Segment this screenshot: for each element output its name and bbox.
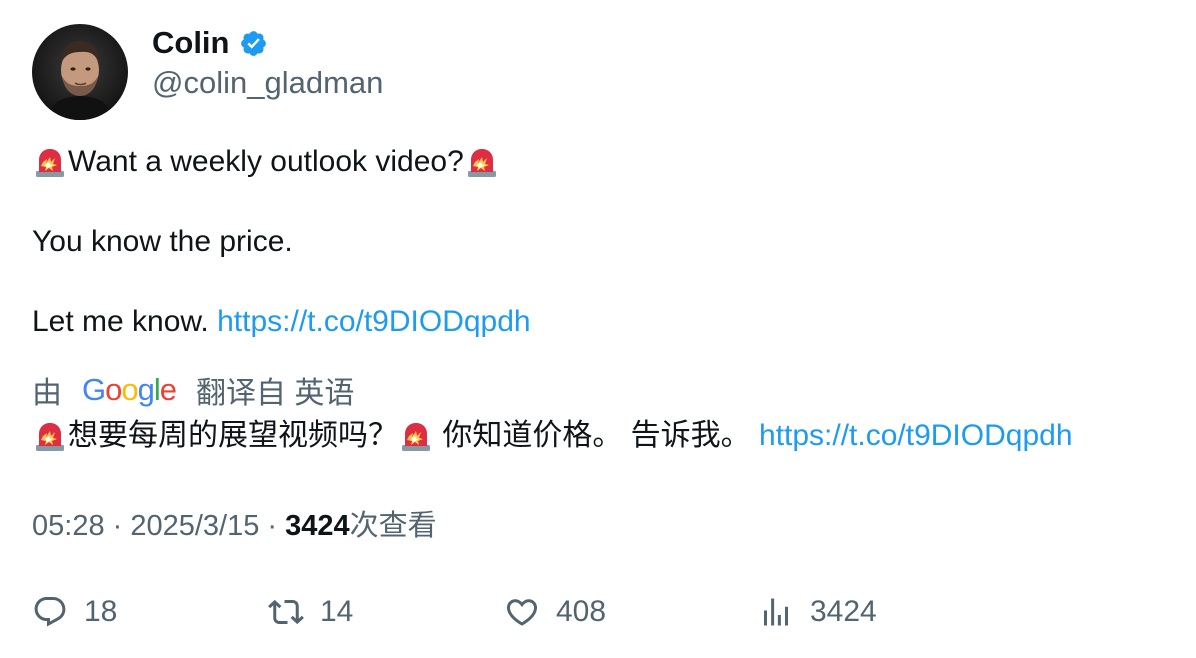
heart-icon [504,594,540,630]
tweet-line-3: Let me know. https://t.co/t9DIODqpdh [32,304,1182,340]
action-bar: 18 14 408 3424 [32,590,1132,634]
reply-button[interactable]: 18 [32,590,117,634]
tweet-line-3-text: Let me know. [32,305,218,338]
views-label: 次查看 [349,510,437,542]
translation-attribution[interactable]: 由 Google 翻译自 英语 [32,370,1182,410]
translated-text-part-1: 想要每周的展望视频吗？ [68,419,398,452]
user-handle[interactable]: @colin_gladman [152,66,383,100]
retweet-icon [268,594,304,630]
tweet-text: Want a weekly outlook video? You know th… [32,144,1182,340]
tweet-link[interactable]: https://t.co/t9DIODqpdh [217,305,531,338]
author-info: Colin @colin_gladman [152,24,383,100]
translated-from-label: 翻译自 英语 [196,377,355,410]
tweet-date[interactable]: 2025/3/15 [130,510,259,542]
translated-text-part-2: 你知道价格。 告诉我。 [434,419,760,452]
translated-by-label: 由 [32,377,62,410]
meta-separator: · [259,510,286,542]
tweet-line-1: Want a weekly outlook video? [32,144,1182,180]
like-button[interactable]: 408 [504,590,606,634]
google-logo: Google [82,372,177,407]
views-chart-icon [758,594,794,630]
like-count: 408 [556,595,607,628]
reply-icon [32,594,68,630]
siren-emoji-icon [32,143,68,179]
views-button[interactable]: 3424 [758,590,877,634]
reply-count: 18 [84,595,118,628]
tweet-header: Colin @colin_gladman [32,24,1182,120]
tweet-card: Colin @colin_gladman Want a weekly outlo… [32,24,1182,544]
siren-emoji-icon [32,417,68,453]
avatar[interactable] [32,24,128,120]
verified-badge-icon [239,29,268,58]
tweet-line-2: You know the price. [32,225,293,258]
tweet-meta: 05:28 · 2025/3/15 · 3424次查看 [32,508,1182,544]
retweet-button[interactable]: 14 [268,590,353,634]
retweet-count: 14 [320,595,354,628]
meta-separator: · [104,510,131,542]
siren-emoji-icon [464,143,500,179]
tweet-time[interactable]: 05:28 [32,510,105,542]
translated-link[interactable]: https://t.co/t9DIODqpdh [759,419,1073,452]
translated-text: 想要每周的展望视频吗？ 你知道价格。 告诉我。 https://t.co/t9D… [32,418,1182,454]
tweet-line-1-text: Want a weekly outlook video? [68,145,464,178]
siren-emoji-icon [398,417,434,453]
display-name-row: Colin [152,26,383,60]
display-name[interactable]: Colin [152,26,230,60]
views-count: 3424 [285,510,350,542]
views-action-count: 3424 [810,595,877,628]
